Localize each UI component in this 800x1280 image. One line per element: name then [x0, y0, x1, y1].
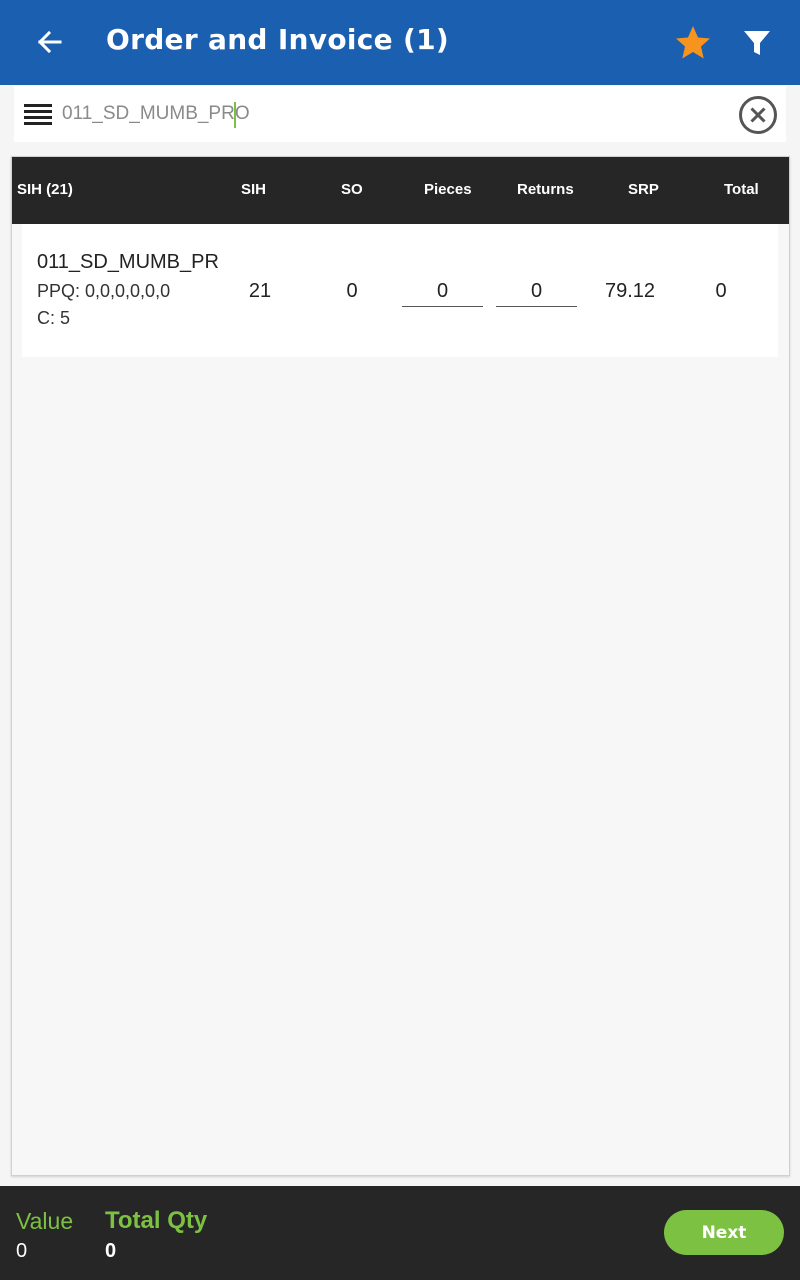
total-value: 0 — [715, 280, 727, 302]
search-bar — [14, 86, 786, 142]
search-input[interactable] — [62, 96, 702, 132]
header-srp: SRP — [628, 181, 659, 198]
filter-icon — [744, 31, 770, 55]
header-returns: Returns — [517, 181, 574, 198]
sih-value: 21 — [248, 280, 272, 302]
value-amount: 0 — [16, 1240, 28, 1262]
arrow-left-icon — [37, 30, 62, 54]
product-case: C: 5 — [37, 308, 71, 328]
close-circle-icon — [739, 96, 777, 134]
header-pieces: Pieces — [424, 181, 472, 198]
back-button[interactable] — [30, 22, 70, 62]
header-total: Total — [724, 181, 759, 198]
page-title: Order and Invoice (1) — [106, 23, 449, 56]
star-icon — [676, 26, 710, 59]
header-product-count: SIH (21) — [17, 181, 73, 198]
product-name: 011_SD_MUMB_PR — [37, 251, 219, 273]
pieces-input[interactable] — [402, 276, 483, 307]
srp-value: 79.12 — [604, 280, 656, 302]
header-sih: SIH — [241, 181, 267, 198]
order-invoice-screen: Order and Invoice (1) 011_SD_MUMB_PRO SI… — [0, 0, 800, 1280]
text-cursor — [234, 102, 236, 128]
table-row[interactable]: 011_SD_MUMB_PR PPQ: 0,0,0,0,0,0 C: 5 21 … — [22, 224, 778, 357]
filter-button[interactable] — [738, 24, 776, 62]
next-button[interactable]: Next — [664, 1210, 784, 1255]
total-qty-label: Total Qty — [105, 1207, 208, 1234]
so-value: 0 — [346, 280, 358, 302]
app-bar: Order and Invoice (1) — [0, 0, 800, 85]
header-so: SO — [341, 181, 363, 198]
total-qty-amount: 0 — [105, 1240, 117, 1262]
table-header: SIH (21) SIH SO Pieces Returns SRP Total — [12, 157, 789, 224]
value-label: Value — [16, 1208, 74, 1234]
returns-input[interactable] — [496, 276, 577, 307]
bottom-bar: Value 0 Total Qty 0 Next — [0, 1186, 800, 1280]
clear-search-button[interactable] — [738, 95, 778, 135]
favorite-button[interactable] — [672, 22, 714, 64]
menu-icon[interactable] — [24, 102, 54, 128]
product-table: SIH (21) SIH SO Pieces Returns SRP Total… — [11, 156, 790, 1176]
product-ppq: PPQ: 0,0,0,0,0,0 — [37, 281, 171, 301]
